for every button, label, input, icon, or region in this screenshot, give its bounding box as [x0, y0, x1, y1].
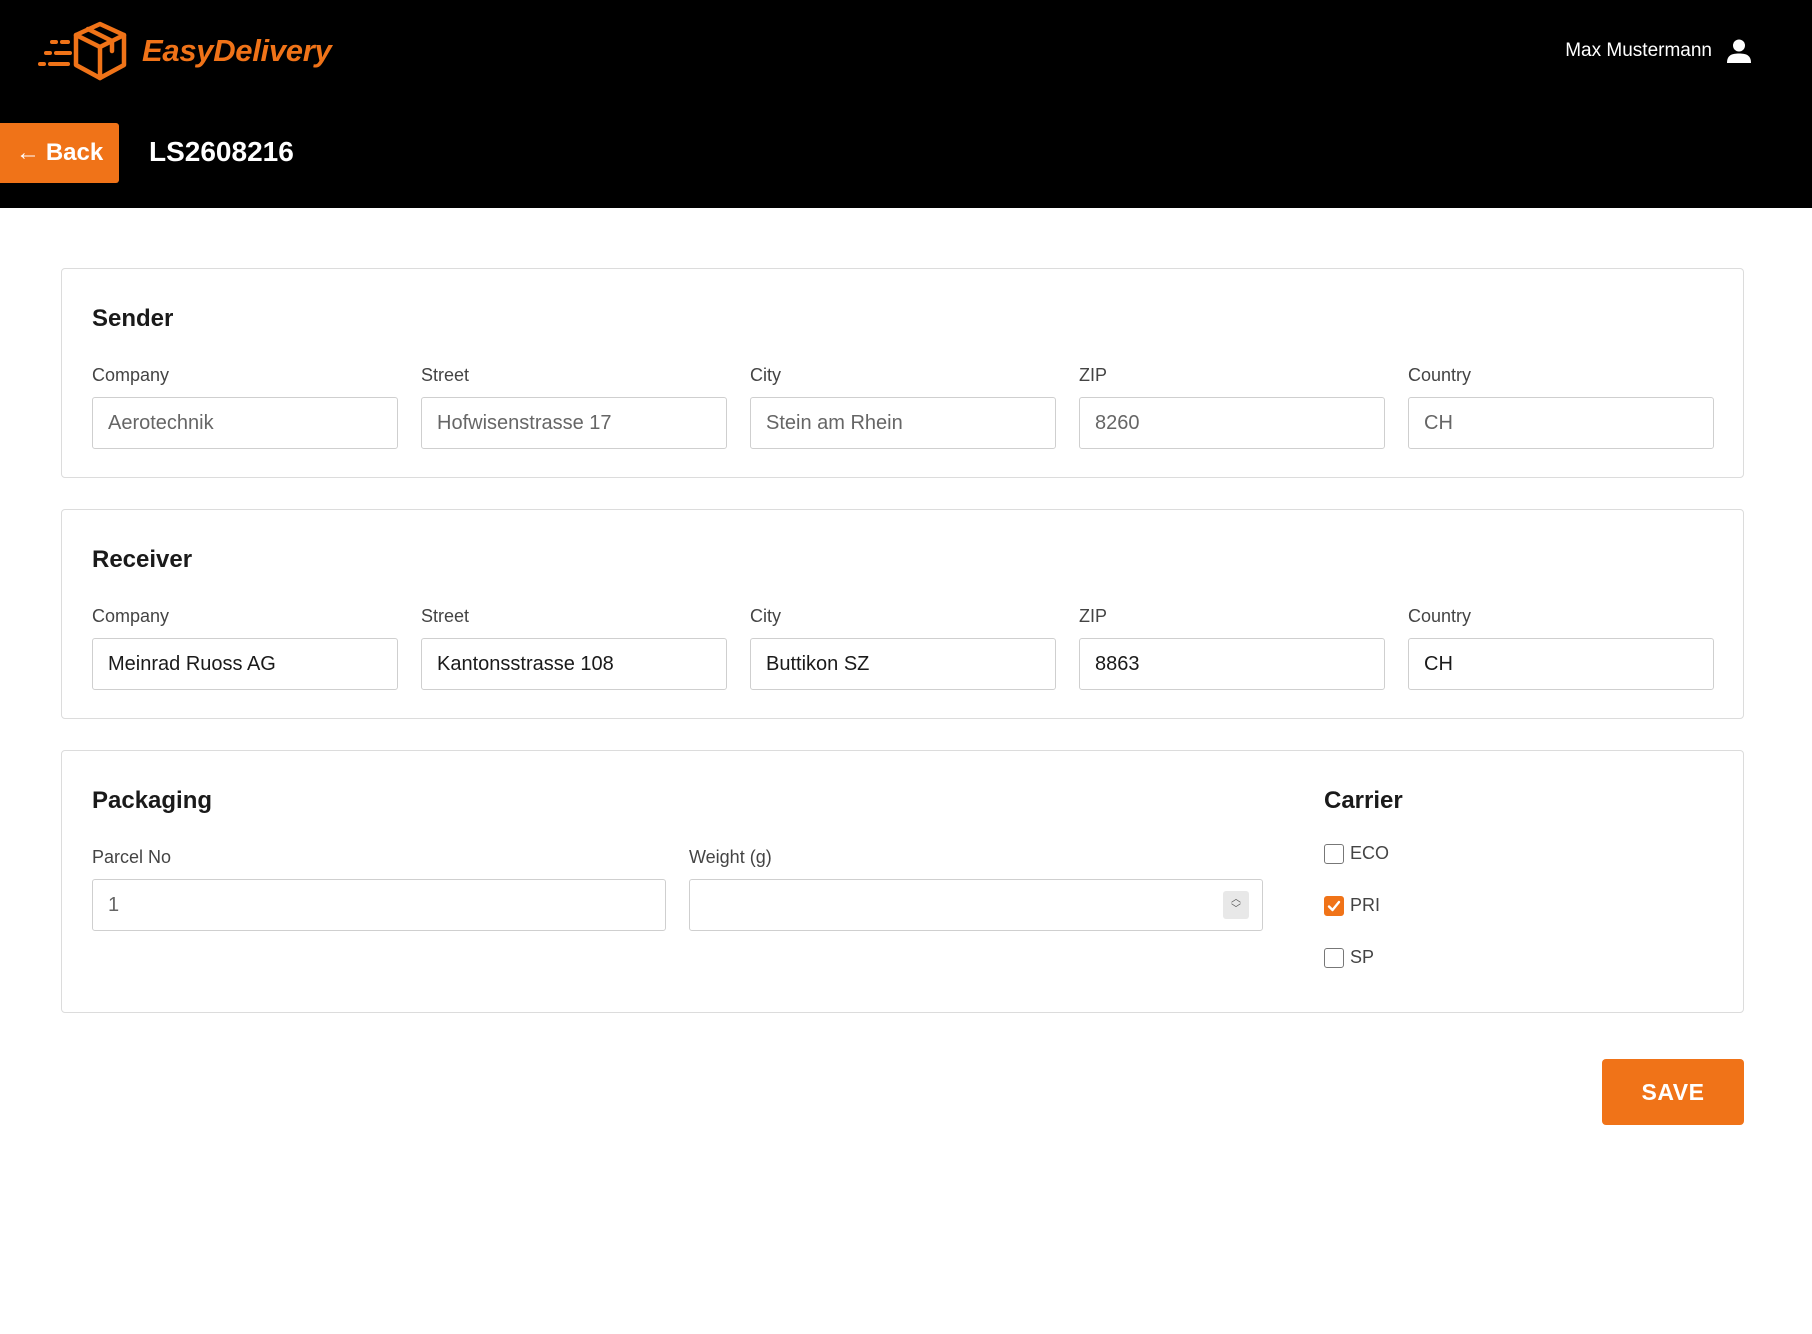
sender-company-field: Company Aerotechnik	[92, 364, 398, 449]
back-button-label: Back	[45, 139, 104, 166]
receiver-street-field: Street Kantonsstrasse 108	[421, 605, 727, 690]
checkbox-label: PRI	[1350, 895, 1381, 915]
carrier-title: Carrier	[1324, 787, 1403, 814]
receiver-street-input[interactable]: Kantonsstrasse 108	[421, 638, 727, 690]
checkbox[interactable]	[1324, 843, 1344, 864]
receiver-city-field: City Buttikon SZ	[750, 605, 1056, 690]
field-label: ZIP	[1079, 365, 1108, 385]
parcel-no-field: Parcel No 1	[92, 846, 666, 931]
parcel-no-input[interactable]: 1	[92, 879, 666, 931]
sender-zip-field: ZIP 8260	[1079, 364, 1385, 449]
sender-card: Sender Company Aerotechnik Street Hofwis…	[61, 268, 1744, 478]
sender-title: Sender	[92, 305, 174, 332]
field-label: Country	[1408, 365, 1472, 385]
receiver-company-input[interactable]: Meinrad Ruoss AG	[92, 638, 398, 690]
field-label: City	[750, 606, 781, 626]
sender-country-field: Country CH	[1408, 364, 1714, 449]
sender-zip-input[interactable]: 8260	[1079, 397, 1385, 449]
carrier-option-pri[interactable]: PRI	[1324, 895, 1380, 916]
user-name: Max Mustermann	[1565, 40, 1712, 61]
receiver-country-input[interactable]: CH	[1408, 638, 1714, 690]
packaging-card: Packaging Parcel No 1 Weight (g) ︿ ﹀ Car…	[61, 750, 1744, 1013]
user-icon	[1727, 39, 1751, 63]
field-label: Country	[1408, 606, 1472, 626]
receiver-zip-input[interactable]: 8863	[1079, 638, 1385, 690]
receiver-city-input[interactable]: Buttikon SZ	[750, 638, 1056, 690]
chevron-down-icon[interactable]: ﹀	[1231, 905, 1241, 915]
save-button[interactable]: SAVE	[1602, 1059, 1744, 1125]
checkbox[interactable]	[1324, 895, 1344, 916]
app-logo[interactable]: EasyDelivery	[38, 18, 332, 84]
checkbox-label: ECO	[1350, 843, 1390, 863]
field-label: Company	[92, 606, 170, 626]
number-spinner[interactable]: ︿ ﹀	[1223, 891, 1249, 919]
receiver-card: Receiver Company Meinrad Ruoss AG Street…	[61, 509, 1744, 719]
app-name: EasyDelivery	[142, 33, 332, 68]
field-label: Street	[421, 365, 470, 385]
packaging-title: Packaging	[92, 787, 213, 814]
carrier-option-eco[interactable]: ECO	[1324, 843, 1389, 864]
field-label: Parcel No	[92, 847, 172, 867]
weight-field: Weight (g) ︿ ﹀	[689, 846, 1263, 931]
package-icon	[38, 21, 127, 81]
user-menu[interactable]: Max Mustermann	[1565, 38, 1752, 64]
carrier-option-sp[interactable]: SP	[1324, 947, 1374, 968]
weight-input[interactable]	[689, 879, 1263, 931]
field-label: Weight (g)	[689, 847, 772, 867]
sender-city-input[interactable]: Stein am Rhein	[750, 397, 1056, 449]
receiver-zip-field: ZIP 8863	[1079, 605, 1385, 690]
field-label: ZIP	[1079, 606, 1108, 626]
arrow-left-icon: ←	[15, 139, 40, 166]
receiver-country-field: Country CH	[1408, 605, 1714, 690]
receiver-company-field: Company Meinrad Ruoss AG	[92, 605, 398, 690]
checkbox[interactable]	[1324, 947, 1344, 968]
back-button[interactable]: ← Back	[0, 123, 119, 183]
page-title: LS2608216	[149, 136, 294, 167]
field-label: Company	[92, 365, 170, 385]
field-label: City	[750, 365, 781, 385]
receiver-title: Receiver	[92, 546, 193, 573]
sender-city-field: City Stein am Rhein	[750, 364, 1056, 449]
sender-country-input[interactable]: CH	[1408, 397, 1714, 449]
app-header: EasyDelivery Max Mustermann ← Back LS260…	[0, 0, 1812, 208]
checkbox-label: SP	[1350, 947, 1375, 967]
sender-company-input[interactable]: Aerotechnik	[92, 397, 398, 449]
checkmark-icon	[1327, 900, 1341, 911]
field-label: Street	[421, 606, 470, 626]
sender-street-input[interactable]: Hofwisenstrasse 17	[421, 397, 727, 449]
sender-street-field: Street Hofwisenstrasse 17	[421, 364, 727, 449]
